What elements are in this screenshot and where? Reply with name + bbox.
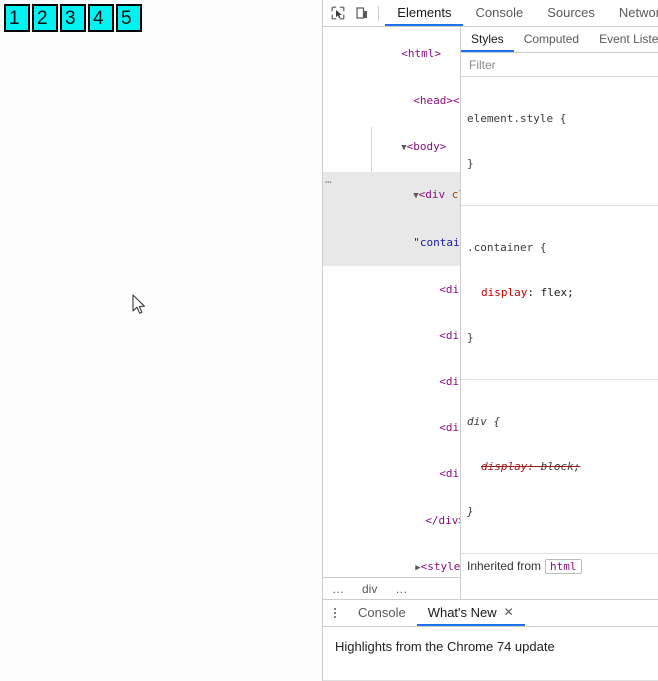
breadcrumb-item-ellipsis-right[interactable]: … xyxy=(386,582,416,596)
devtools-drawer: Console What's New ✕ Highlights from the… xyxy=(323,599,658,681)
breadcrumb-item-ellipsis-left[interactable]: … xyxy=(323,582,353,596)
flex-item-4: 4 xyxy=(88,4,114,32)
flex-item-3: 3 xyxy=(60,4,86,32)
inherited-label: Inherited from xyxy=(467,559,542,573)
rule-selector: .container { xyxy=(467,241,547,254)
toolbar-divider xyxy=(378,5,380,21)
whats-new-content: Highlights from the Chrome 74 update xyxy=(323,627,658,681)
page-viewport: 1 2 3 4 5 xyxy=(0,0,322,681)
close-icon[interactable]: ✕ xyxy=(504,606,514,618)
drawer-tab-bar: Console What's New ✕ xyxy=(323,600,658,627)
dom-row-div-3[interactable]: <div>3</div> xyxy=(323,359,460,405)
property-value: block; xyxy=(540,460,581,473)
property-name: display xyxy=(481,460,528,473)
declaration-display-overridden[interactable]: display: block; xyxy=(467,459,658,474)
styles-pane: Styles Computed Event Listen Filter elem… xyxy=(461,27,658,577)
dom-row-div-4[interactable]: <div>4</div> xyxy=(323,405,460,451)
property-value: flex; xyxy=(540,286,574,299)
kebab-menu-icon[interactable] xyxy=(323,600,347,626)
rule-selector: div { xyxy=(467,415,501,428)
tab-console[interactable]: Console xyxy=(463,0,535,26)
rule-element-style[interactable]: element.style { } xyxy=(461,77,658,206)
flex-item-1: 1 xyxy=(4,4,30,32)
dom-row-container-value[interactable]: "container"> == $ xyxy=(323,219,460,267)
gutter-dots-icon[interactable]: … xyxy=(325,172,333,187)
attr-class-name: class= xyxy=(451,188,460,202)
flex-item-5: 5 xyxy=(116,4,142,32)
dom-row-div-2[interactable]: <div>2</div> xyxy=(323,312,460,358)
inherited-source-node[interactable]: html xyxy=(545,559,582,574)
flex-item-2: 2 xyxy=(32,4,58,32)
devtools-tab-bar: Elements Console Sources Network xyxy=(385,0,658,26)
styles-filter-placeholder: Filter xyxy=(469,57,496,72)
mouse-cursor-icon xyxy=(132,294,145,314)
declaration-display[interactable]: display: flex; xyxy=(467,285,658,300)
tab-sources[interactable]: Sources xyxy=(535,0,607,26)
dom-breadcrumb: … div … xyxy=(323,577,461,599)
tab-network[interactable]: Network xyxy=(607,0,658,26)
drawer-tab-whats-new[interactable]: What's New ✕ xyxy=(416,600,525,626)
dom-row-div-close[interactable]: </div> xyxy=(323,497,460,543)
inspect-element-icon[interactable] xyxy=(326,1,350,25)
dom-row-body-open[interactable]: ▼<body> xyxy=(323,123,460,171)
styles-tab-bar: Styles Computed Event Listen xyxy=(461,27,658,53)
css-rules-list: element.style { } .container { display: … xyxy=(461,77,658,577)
rule-close-brace: } xyxy=(467,331,474,344)
dom-row-style-open[interactable]: ▶<style>… xyxy=(323,543,460,577)
rule-div-useragent[interactable]: div { display: block; } xyxy=(461,380,658,554)
rule-container[interactable]: .container { display: flex; } xyxy=(461,206,658,380)
drawer-tab-label: What's New xyxy=(427,604,497,620)
devtools-screenshot: 1 2 3 4 5 Elements Console Sources Netwo… xyxy=(0,0,658,681)
devtools-panel: Elements Console Sources Network <html> … xyxy=(322,0,658,681)
dom-row-container-open[interactable]: …▼<div class= xyxy=(323,171,460,220)
tab-styles[interactable]: Styles xyxy=(461,27,514,52)
device-toolbar-icon[interactable] xyxy=(350,1,374,25)
rule-selector: element.style { xyxy=(467,112,567,125)
dom-row-div-5[interactable]: <div>5</div> xyxy=(323,451,460,497)
devtools-toolbar: Elements Console Sources Network xyxy=(323,0,658,27)
tab-event-listeners[interactable]: Event Listen xyxy=(589,27,658,52)
dom-row-div-1[interactable]: <div>1</div> xyxy=(323,266,460,312)
drawer-tab-console[interactable]: Console xyxy=(347,600,417,626)
tab-elements[interactable]: Elements xyxy=(385,0,464,26)
attr-class-value: "container" xyxy=(413,236,460,250)
rule-close-brace: } xyxy=(467,157,474,170)
flex-container: 1 2 3 4 5 xyxy=(4,4,142,32)
breadcrumb-item-div[interactable]: div xyxy=(353,582,386,596)
dom-row-html-open[interactable]: <html> xyxy=(323,31,460,77)
styles-filter-input[interactable]: Filter xyxy=(461,53,658,77)
tab-computed[interactable]: Computed xyxy=(514,27,589,52)
devtools-body: <html> <head></head> ▼<body> …▼<div clas… xyxy=(323,27,658,577)
dom-tree-pane[interactable]: <html> <head></head> ▼<body> …▼<div clas… xyxy=(323,27,461,577)
dom-row-head[interactable]: <head></head> xyxy=(323,77,460,123)
inherited-from-header: Inherited from html xyxy=(461,554,658,577)
whats-new-headline: Highlights from the Chrome 74 update xyxy=(335,639,555,654)
property-name: display xyxy=(481,286,528,299)
rule-close-brace: } xyxy=(467,505,474,518)
